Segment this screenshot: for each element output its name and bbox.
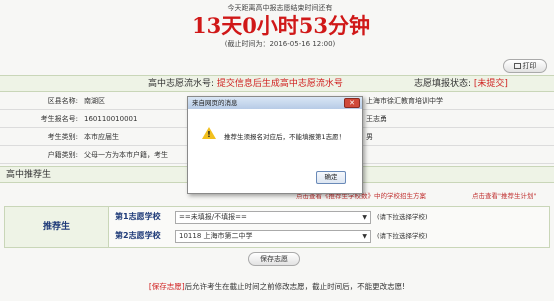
info-key: 考生类别: <box>47 133 78 141</box>
chevron-down-icon: ▼ <box>362 233 367 240</box>
choice-1-hint: (请下拉选择学校) <box>377 213 428 221</box>
submit-status-label: 志愿填报状态: <box>414 79 472 89</box>
deadline-text: (截止时间为：2016-05-16 12:00) <box>224 40 336 48</box>
footer-tag: [保存志愿] <box>148 282 185 291</box>
recommend-plan-link[interactable]: 点击查看"推荐生计划" <box>472 190 536 200</box>
warning-icon-mark: ! <box>207 130 211 139</box>
submit-status-value: [未提交] <box>473 79 508 89</box>
save-button-label: 保存志愿 <box>260 255 288 263</box>
info-value: 南湖区 <box>84 97 105 105</box>
page: 今天距离高中报志愿结束时间还有 13天0小时53分钟 (截止时间为：2016-0… <box>0 0 554 301</box>
flow-number-label: 高中志愿流水号: <box>148 79 215 89</box>
info-key: 区县名称: <box>47 97 78 105</box>
printer-icon <box>513 63 521 69</box>
recommend-label: 推荐生 <box>5 207 109 247</box>
info-value: 本市应届生 <box>84 133 119 141</box>
countdown-timer: 13天0小时53分钟 <box>191 13 371 38</box>
dialog-title: 来自网页的消息 <box>192 99 238 107</box>
choice-2-select[interactable]: 10118 上海市第二中学 ▼ <box>175 230 371 243</box>
print-button-label: 打印 <box>522 62 537 70</box>
choice-1-select[interactable]: ==未填报/不填报== ▼ <box>175 211 371 224</box>
choice-1-row: 第1志愿学校 ==未填报/不填报== ▼ (请下拉选择学校) <box>115 209 428 226</box>
info-right-value: 男 <box>366 133 373 141</box>
status-bar: 高中志愿流水号: 提交信息后生成高中志愿流水号 志愿填报状态: [未提交] <box>0 75 554 92</box>
recommend-block: 推荐生 第1志愿学校 ==未填报/不填报== ▼ (请下拉选择学校) 第2志愿学… <box>4 206 550 248</box>
choice-2-select-value: 10118 上海市第二中学 <box>179 232 253 240</box>
choice-2-label: 第2志愿学校 <box>115 231 161 240</box>
dialog-ok-button[interactable]: 确定 <box>316 171 346 184</box>
chevron-down-icon: ▼ <box>362 214 367 221</box>
save-button[interactable]: 保存志愿 <box>248 252 300 266</box>
info-value: 160110010001 <box>84 115 138 123</box>
print-button[interactable]: 打印 <box>503 59 547 73</box>
footer-note: [保存志愿]后允许考生在截止时间之前修改志愿，截止时间后，不能更改志愿! <box>0 281 554 292</box>
info-right-value: 上海市徐汇教育培训中学 <box>366 97 443 105</box>
close-icon[interactable]: ✕ <box>344 98 360 108</box>
choice-2-hint: (请下拉选择学校) <box>377 232 428 240</box>
dialog-message: 推荐生须报名对应后，不能填报第1志愿！ <box>224 133 346 141</box>
info-key: 户籍类别: <box>47 151 78 159</box>
alert-dialog: 来自网页的消息 ✕ ! 推荐生须报名对应后，不能填报第1志愿！ 确定 <box>187 96 363 194</box>
choice-1-select-value: ==未填报/不填报== <box>179 213 247 221</box>
dialog-body: ! 推荐生须报名对应后，不能填报第1志愿！ 确定 <box>188 109 362 193</box>
info-right-value: 王志勇 <box>366 115 387 123</box>
choice-2-row: 第2志愿学校 10118 上海市第二中学 ▼ (请下拉选择学校) <box>115 228 428 245</box>
submit-status: 志愿填报状态: [未提交] <box>414 76 508 92</box>
flow-number: 高中志愿流水号: 提交信息后生成高中志愿流水号 <box>148 76 343 92</box>
flow-number-value: 提交信息后生成高中志愿流水号 <box>216 79 343 89</box>
footer-text: 后允许考生在截止时间之前修改志愿，截止时间后，不能更改志愿! <box>184 282 406 291</box>
choice-1-label: 第1志愿学校 <box>115 212 161 221</box>
dialog-title-bar: 来自网页的消息 ✕ <box>188 97 362 109</box>
info-value: 父母一方为本市户籍，考生 <box>84 151 168 159</box>
info-key: 考生报名号: <box>40 115 78 123</box>
